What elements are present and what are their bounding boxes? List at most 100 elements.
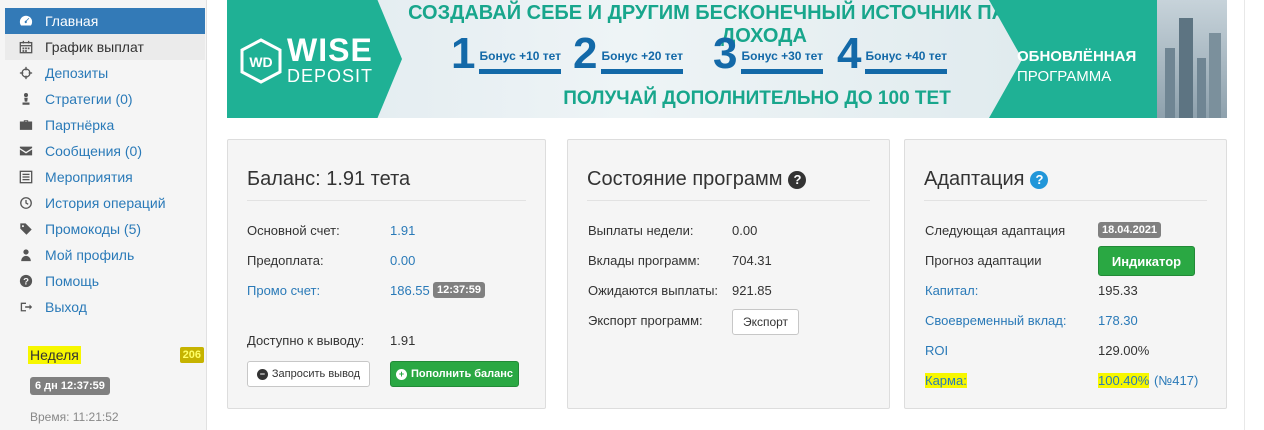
sidebar-item-deposits[interactable]: Депозиты (5, 60, 205, 86)
button-label: Запросить вывод (271, 368, 361, 380)
sidebar-item-label: График выплат (45, 39, 144, 55)
plus-circle-icon: + (395, 368, 407, 380)
sidebar-item-partners[interactable]: Партнёрка (5, 112, 205, 138)
svg-text:?: ? (23, 277, 29, 288)
question-circle-icon[interactable]: ? (788, 170, 807, 189)
sidebar-item-label: Выход (45, 299, 87, 315)
sidebar-item-help[interactable]: ? Помощь (5, 268, 205, 294)
step-text: Бонус +20 тет (601, 49, 684, 74)
program-line-1: ОБНОВЛЁННАЯ (1017, 48, 1137, 65)
sidebar-item-label: Мероприятия (45, 169, 133, 185)
step-number: 1 (451, 29, 476, 78)
karma-link[interactable]: Карма: (925, 373, 967, 388)
logout-icon (18, 299, 34, 315)
banner-program-text: ОБНОВЛЁННАЯ ПРОГРАММА (1017, 47, 1136, 87)
user-icon (18, 247, 34, 263)
svg-text:WD: WD (249, 54, 272, 70)
programs-panel: Состояние программ? Выплаты недели: 0.00… (567, 139, 890, 409)
adaptation-title: Адаптация? (924, 168, 1049, 191)
sidebar-item-logout[interactable]: Выход (5, 294, 205, 320)
tag-icon (18, 221, 34, 237)
minus-circle-icon: − (256, 368, 268, 380)
history-icon (18, 195, 34, 211)
sidebar-item-messages[interactable]: Сообщения (0) (5, 138, 205, 164)
export-programs-label: Экспорт программ: (588, 313, 703, 328)
week-payouts-label: Выплаты недели: (588, 223, 694, 238)
capital-link[interactable]: Капитал: (925, 283, 978, 298)
step-text: Бонус +40 тет (865, 49, 948, 74)
week-payouts-value: 0.00 (732, 223, 758, 238)
sidebar-item-events[interactable]: Мероприятия (5, 164, 205, 190)
sidebar-item-label: Партнёрка (45, 117, 115, 133)
adaptation-panel: Адаптация? Следующая адаптация 18.04.202… (904, 139, 1227, 409)
promo-timer-badge: 12:37:59 (433, 282, 486, 298)
sidebar-item-home[interactable]: Главная (5, 8, 205, 34)
indicator-button[interactable]: Индикатор (1098, 246, 1195, 276)
sidebar-item-label: Промокоды (5) (45, 221, 142, 237)
adaptation-title-text: Адаптация (924, 168, 1025, 190)
sidebar-item-label: Помощь (45, 273, 100, 289)
roi-link[interactable]: ROI (925, 343, 948, 358)
timely-deposit-link[interactable]: Своевременный вклад: (925, 313, 1066, 328)
prepayment-label: Предоплата: (247, 253, 324, 268)
request-withdrawal-button[interactable]: − Запросить вывод (247, 361, 370, 387)
balance-panel: Баланс: 1.91 тета Основной счет: 1.91 Пр… (227, 139, 546, 409)
sidebar-item-label: Депозиты (45, 65, 109, 81)
programs-title: Состояние программ? (587, 168, 807, 191)
promo-account-link[interactable]: Промо счет: (247, 283, 320, 298)
promo-banner[interactable]: WD WISE DEPOSIT СОЗДАВАЙ СЕБЕ И ДРУГИМ Б… (227, 0, 1227, 118)
sidebar-item-label: Главная (45, 13, 99, 29)
step-number: 4 (837, 29, 862, 78)
button-label: Пополнить баланс (410, 368, 514, 380)
sidebar-item-label: Мой профиль (45, 247, 135, 263)
prepayment-value[interactable]: 0.00 (390, 253, 415, 268)
week-row: Неделя 206 (28, 345, 204, 365)
available-label: Доступно к выводу: (247, 333, 365, 348)
banner-step-1: 1 Бонус +10 тет (451, 29, 562, 78)
sidebar-item-label: Сообщения (0) (45, 143, 142, 159)
roi-value: 129.00% (1098, 343, 1150, 358)
sidebar-item-label: История операций (45, 195, 166, 211)
sidebar-item-promocodes[interactable]: Промокоды (5) (5, 216, 205, 242)
karma-value[interactable]: 100.40% (1098, 373, 1150, 388)
sidebar-item-profile[interactable]: Мой профиль (5, 242, 205, 268)
divider (247, 200, 526, 201)
main-account-label: Основной счет: (247, 223, 340, 238)
logo-wordmark: WISE (287, 32, 373, 68)
next-adaptation-date-badge: 18.04.2021 (1098, 222, 1162, 238)
dashboard-icon (18, 13, 34, 29)
adaptation-forecast-label: Прогноз адаптации (925, 253, 1042, 268)
question-circle-icon[interactable]: ? (1030, 170, 1049, 189)
list-icon (18, 169, 34, 185)
sidebar-item-payout-schedule[interactable]: График выплат (5, 34, 205, 60)
sidebar-item-label: Стратегии (0) (45, 91, 133, 107)
server-time: Время: 11:21:52 (30, 410, 119, 424)
briefcase-icon (18, 117, 34, 133)
program-line-2: ПРОГРАММА (1017, 68, 1112, 85)
envelope-icon (18, 143, 34, 159)
karma-rank[interactable]: (№417) (1154, 373, 1198, 388)
sidebar-item-history[interactable]: История операций (5, 190, 205, 216)
sidebar-item-strategies[interactable]: Стратегии (0) (5, 86, 205, 112)
capital-value: 195.33 (1098, 283, 1138, 298)
expected-payouts-label: Ожидаются выплаты: (588, 283, 719, 298)
step-number: 3 (713, 29, 738, 78)
logo-subword: DEPOSIT (287, 66, 374, 86)
banner-step-3: 3 Бонус +30 тет (713, 29, 824, 78)
expected-payouts-value: 921.85 (732, 283, 772, 298)
timely-deposit-value[interactable]: 178.30 (1098, 313, 1138, 328)
promo-account-value[interactable]: 186.55 (390, 283, 430, 298)
question-icon: ? (18, 273, 34, 289)
main-account-value[interactable]: 1.91 (390, 223, 415, 238)
banner-step-2: 2 Бонус +20 тет (573, 32, 684, 76)
calendar-icon (18, 39, 34, 55)
chess-pawn-icon (18, 91, 34, 107)
step-text: Бонус +10 тет (479, 49, 562, 74)
top-up-balance-button[interactable]: + Пополнить баланс (390, 361, 519, 387)
export-button[interactable]: Экспорт (732, 309, 799, 335)
programs-title-text: Состояние программ (587, 168, 783, 190)
program-deposits-label: Вклады программ: (588, 253, 701, 268)
program-deposits-value: 704.31 (732, 253, 772, 268)
sidebar-nav: Главная График выплат Депозиты Стратегии… (0, 0, 206, 320)
divider (587, 200, 870, 201)
